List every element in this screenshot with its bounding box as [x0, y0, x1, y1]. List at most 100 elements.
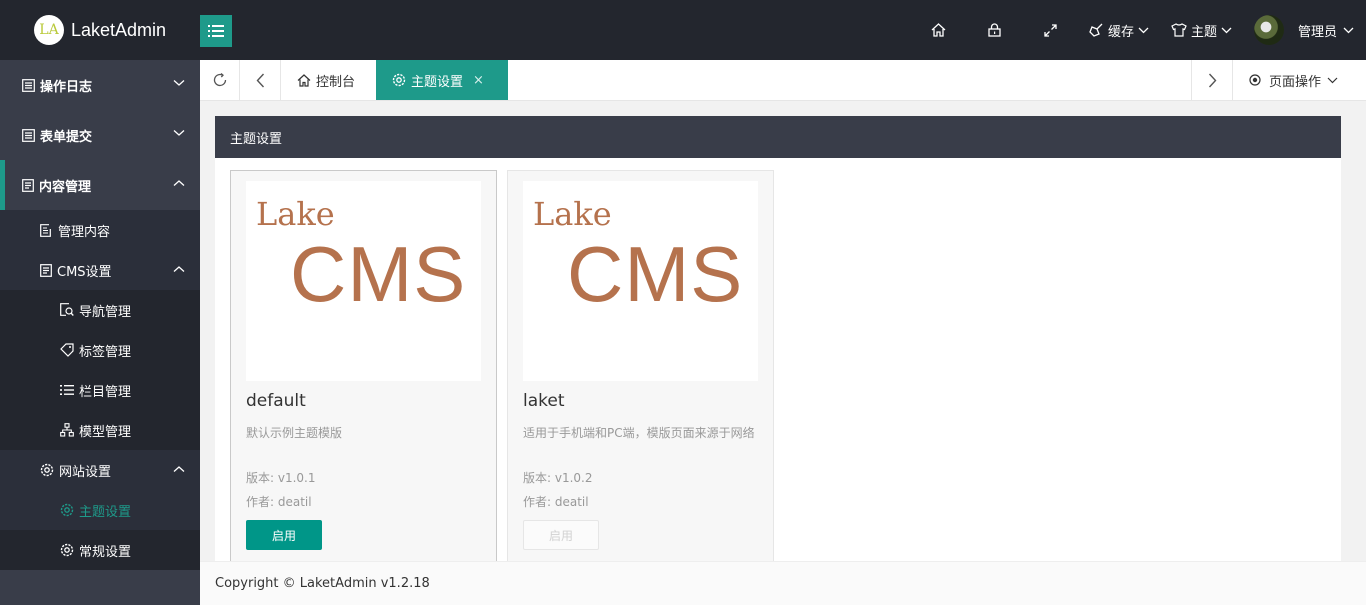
tshirt-icon — [1171, 23, 1187, 37]
list-bullets-icon — [60, 385, 74, 395]
sidebar-item-theme-settings[interactable]: 主题设置 — [0, 490, 200, 530]
tab-scroll-right-button[interactable] — [1191, 60, 1232, 100]
document-icon — [40, 263, 52, 277]
app-logo[interactable]: LA LaketAdmin — [0, 0, 200, 60]
top-header: LA LaketAdmin 缓存 主题 管理员 — [0, 0, 1366, 60]
chevron-down-icon — [1138, 27, 1149, 33]
chevron-right-icon — [1208, 73, 1216, 87]
tab-dashboard[interactable]: 控制台 — [281, 60, 371, 100]
menu-toggle-button[interactable] — [200, 15, 232, 47]
chevron-left-icon — [256, 73, 264, 87]
sidebar-item-column-manage[interactable]: 栏目管理 — [0, 370, 200, 410]
app-title: LaketAdmin — [71, 19, 167, 40]
list-icon — [22, 78, 35, 92]
logo-badge: LA — [34, 15, 64, 45]
home-icon — [932, 23, 946, 37]
footer: Copyright © LaketAdmin v1.2.18 — [200, 561, 1366, 605]
theme-thumbnail: Lake CMS — [523, 181, 758, 381]
enable-theme-button[interactable]: 启用 — [246, 520, 322, 550]
home-icon — [297, 73, 311, 87]
tab-label: 主题设置 — [411, 74, 464, 90]
document-icon — [22, 178, 34, 192]
sidebar-item-label: 表单提交 — [40, 129, 93, 145]
page-operations-label: 页面操作 — [1269, 74, 1322, 90]
theme-card-laket: Lake CMS laket 适用于手机端和PC端，模版页面来源于网络 版本: … — [507, 170, 774, 561]
sidebar-item-label: 管理内容 — [58, 224, 111, 240]
search-doc-icon — [60, 303, 74, 316]
sidebar-item-model-manage[interactable]: 模型管理 — [0, 410, 200, 450]
theme-card-default: Lake CMS default 默认示例主题模版 版本: v1.0.1 作者:… — [230, 170, 497, 561]
tab-scroll-left-button[interactable] — [240, 60, 281, 100]
enable-theme-button-disabled: 启用 — [523, 520, 599, 550]
cache-label: 缓存 — [1107, 24, 1134, 40]
refresh-button[interactable] — [200, 60, 240, 100]
theme-label: 主题 — [1190, 24, 1217, 40]
chevron-up-icon — [173, 266, 185, 272]
tab-label: 控制台 — [316, 74, 356, 90]
content-gutter — [1341, 101, 1366, 561]
sidebar-item-cms-settings[interactable]: CMS设置 — [0, 250, 200, 290]
sidebar-item-label: 栏目管理 — [79, 384, 132, 400]
theme-author: 作者: deatil — [523, 495, 589, 509]
sidebar-item-content-manage[interactable]: 内容管理 — [0, 160, 200, 210]
sidebar-item-label: 内容管理 — [39, 179, 92, 195]
refresh-icon — [213, 73, 226, 87]
broom-icon — [1089, 23, 1103, 37]
thumbnail-text-cms: CMS — [567, 230, 744, 318]
chevron-down-icon — [173, 130, 185, 136]
theme-description: 默认示例主题模版 — [246, 426, 343, 440]
sidebar-item-label: 操作日志 — [40, 79, 93, 95]
user-name: 管理员 — [1297, 24, 1337, 40]
lock-button[interactable] — [967, 0, 1023, 60]
gear-icon — [60, 543, 74, 557]
chevron-down-icon — [1327, 77, 1338, 83]
user-menu[interactable]: 管理员 — [1244, 0, 1366, 60]
sidebar-item-label: 网站设置 — [59, 464, 112, 480]
theme-name: default — [246, 391, 306, 411]
theme-thumbnail: Lake CMS — [246, 181, 481, 381]
tab-close-icon[interactable]: × — [473, 73, 484, 88]
sidebar-item-form-submit[interactable]: 表单提交 — [0, 110, 200, 160]
list-icon — [208, 25, 224, 37]
sidebar-item-label: 标签管理 — [79, 344, 132, 360]
fullscreen-button[interactable] — [1023, 0, 1079, 60]
chevron-down-icon — [1221, 27, 1232, 33]
sidebar-item-label: 主题设置 — [79, 504, 132, 520]
thumbnail-text-lake: Lake — [256, 195, 335, 233]
tag-icon — [60, 343, 74, 357]
theme-version: 版本: v1.0.2 — [523, 471, 593, 485]
tab-theme-settings[interactable]: 主题设置 × — [376, 60, 508, 100]
theme-settings-panel: 主题设置 Lake CMS default 默认示例主题模版 版本: v1.0.… — [215, 116, 1341, 561]
thumbnail-text-cms: CMS — [290, 230, 467, 318]
theme-menu[interactable]: 主题 — [1159, 0, 1244, 60]
radio-dot-icon — [1249, 74, 1261, 86]
panel-title: 主题设置 — [215, 116, 1341, 158]
theme-author: 作者: deatil — [246, 495, 312, 509]
gear-icon — [392, 73, 406, 87]
theme-name: laket — [523, 391, 565, 411]
sitemap-icon — [60, 423, 74, 437]
chevron-up-icon — [173, 466, 185, 472]
copyright-text: Copyright © LaketAdmin v1.2.18 — [215, 576, 430, 591]
sidebar-item-manage-content[interactable]: 管理内容 — [0, 210, 200, 250]
chevron-down-icon — [173, 80, 185, 86]
sidebar-item-operation-log[interactable]: 操作日志 — [0, 60, 200, 110]
page-operations-menu[interactable]: 页面操作 — [1232, 60, 1366, 100]
chevron-up-icon — [173, 180, 185, 186]
sidebar-item-site-settings[interactable]: 网站设置 — [0, 450, 200, 490]
theme-version: 版本: v1.0.1 — [246, 471, 316, 485]
home-button[interactable] — [911, 0, 967, 60]
cache-menu[interactable]: 缓存 — [1079, 0, 1159, 60]
sidebar-item-nav-manage[interactable]: 导航管理 — [0, 290, 200, 330]
gear-icon — [60, 503, 74, 517]
edit-doc-icon — [40, 223, 51, 237]
sidebar-item-tag-manage[interactable]: 标签管理 — [0, 330, 200, 370]
theme-description: 适用于手机端和PC端，模版页面来源于网络 — [523, 426, 755, 440]
sidebar-item-general-settings[interactable]: 常规设置 — [0, 530, 200, 570]
sidebar-item-label: 导航管理 — [79, 304, 132, 320]
sidebar-item-label: 模型管理 — [79, 424, 132, 440]
sidebar: 操作日志 表单提交 内容管理 管理内容 CMS设置 导航管理 标签管理 栏目管理… — [0, 60, 200, 605]
tab-bar: 控制台 主题设置 × 页面操作 — [200, 60, 1366, 101]
list-icon — [22, 128, 35, 142]
thumbnail-text-lake: Lake — [533, 195, 612, 233]
